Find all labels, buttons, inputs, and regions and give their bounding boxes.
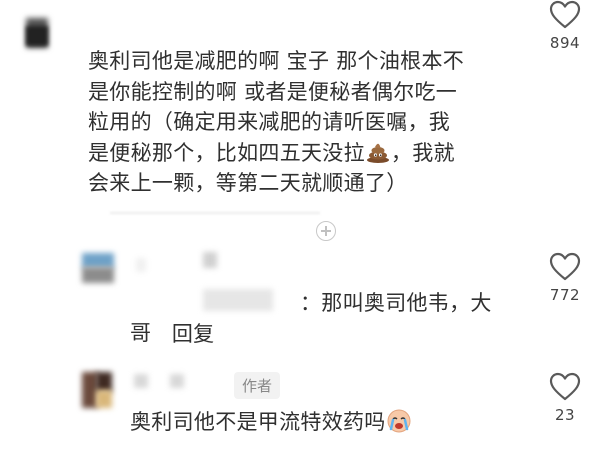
like-button[interactable]: 23 <box>545 372 585 424</box>
reply-text-line-2: 哥 <box>130 321 152 345</box>
author-avatar-right <box>96 372 112 392</box>
author-reply-body: 奥利司他不是甲流特效药吗 <box>130 407 530 438</box>
author-username-redacted <box>170 374 184 388</box>
comment-body: 奥利司他是减肥的啊 宝子 那个油根本不 是你能控制的啊 或者是便秘者偶尔吃一 粒… <box>88 46 528 199</box>
reply-username-redacted <box>136 258 146 272</box>
like-count: 772 <box>549 286 581 304</box>
heart-outline-icon <box>549 252 581 281</box>
poop-emoji-icon <box>365 141 391 163</box>
reply-target-username-redacted[interactable] <box>203 289 273 311</box>
heart-outline-icon <box>549 372 581 401</box>
reply-prefix: 回复 <box>171 321 215 346</box>
author-avatar-lower <box>96 390 112 408</box>
like-button[interactable]: 772 <box>545 252 585 304</box>
like-button[interactable]: 894 <box>545 0 585 52</box>
like-count: 894 <box>549 34 581 52</box>
like-count: 23 <box>554 406 576 424</box>
author-badge: 作者 <box>234 372 281 399</box>
comment-thread: 奥利司他是减肥的啊 宝子 那个油根本不 是你能控制的啊 或者是便秘者偶尔吃一 粒… <box>0 0 600 462</box>
reply-username-redacted <box>203 252 217 268</box>
divider <box>110 212 320 214</box>
reply-text-line-1: ：那叫奥司他韦，大 <box>300 291 492 315</box>
author-reply-text: 奥利司他不是甲流特效药吗 <box>130 410 386 434</box>
expand-replies-icon[interactable] <box>316 221 336 241</box>
crying-face-emoji-icon <box>386 409 412 433</box>
heart-outline-icon <box>549 0 581 29</box>
avatar-shade <box>26 26 48 46</box>
reply-avatar-lower <box>82 267 114 283</box>
author-username-redacted <box>134 374 148 388</box>
reply-avatar[interactable] <box>82 253 114 268</box>
